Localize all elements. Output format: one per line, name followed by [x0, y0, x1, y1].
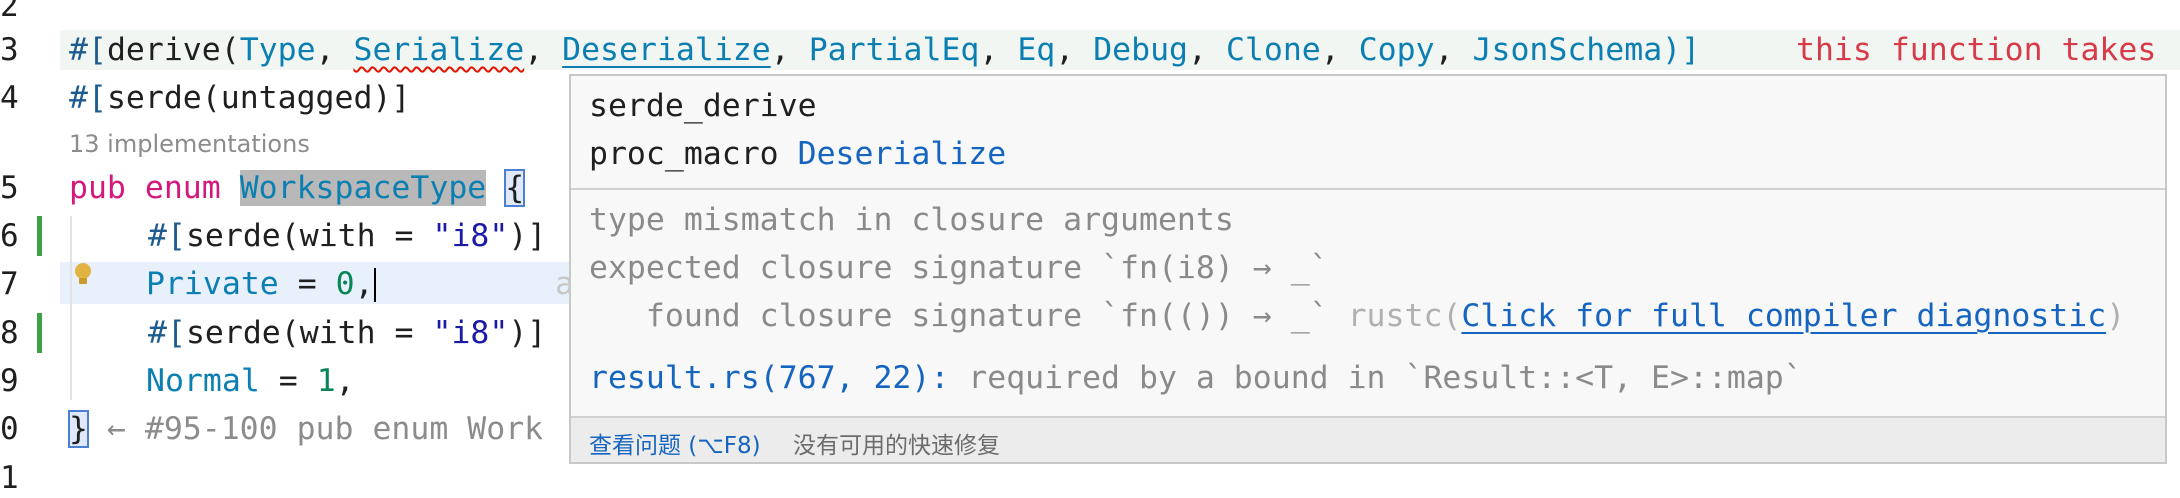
- derive-debug[interactable]: Debug: [1093, 32, 1188, 68]
- hover-kind: proc_macro: [589, 136, 779, 172]
- attr-serde: serde: [106, 80, 202, 116]
- diagnostic-line-3: found closure signature `fn(()) → _` rus…: [589, 296, 2125, 336]
- enum-name[interactable]: WorkspaceType: [239, 170, 487, 206]
- diag-rustc: rustc(: [1347, 298, 1462, 334]
- hover-status-bar: 查看问题 (⌥F8) 没有可用的快速修复: [571, 416, 2165, 462]
- attr-derive: derive: [106, 32, 221, 68]
- hover-signature: proc_macro Deserialize: [589, 134, 1006, 174]
- enum-variant: Normal: [146, 363, 260, 399]
- string-literal: "i8": [432, 315, 509, 351]
- diag-close: ): [2106, 298, 2126, 334]
- code-line-5[interactable]: pub enum WorkspaceType {: [69, 168, 526, 208]
- code-line-8[interactable]: #[serde(with = "i8")]: [148, 313, 546, 353]
- number-literal: 1: [316, 363, 336, 399]
- line-number: 8: [0, 315, 19, 351]
- keyword-pub: pub: [69, 170, 126, 206]
- punct: ,: [315, 32, 354, 68]
- code-line-3[interactable]: #[derive(Type, Serialize, Deserialize, P…: [69, 30, 1700, 70]
- line-number: 2: [0, 0, 19, 24]
- number-literal: 0: [335, 266, 355, 302]
- codelens-implementations[interactable]: 13 implementations: [69, 130, 310, 158]
- attr-serde: serde: [185, 218, 281, 254]
- punct: )]: [1662, 32, 1701, 68]
- diagnostic-line-2: expected closure signature `fn(i8) → _`: [589, 250, 1329, 286]
- diagnostic-note: result.rs(767, 22): required by a bound …: [589, 358, 1803, 398]
- attr-open: (with =: [280, 315, 433, 351]
- derive-copy[interactable]: Copy: [1359, 32, 1435, 68]
- hover-separator: [571, 188, 2165, 190]
- line-number: 0: [0, 411, 19, 447]
- punct: ,: [524, 32, 563, 68]
- hover-symbol: Deserialize: [797, 136, 1007, 172]
- attr-args: (untagged)]: [201, 80, 411, 116]
- code-editor[interactable]: 2 3 4 5 6 7 8 9 0 1 #[derive(Type, Seria…: [0, 0, 2180, 498]
- derive-deserialize[interactable]: Deserialize: [562, 32, 771, 68]
- no-quick-fix-text: 没有可用的快速修复: [793, 433, 1000, 459]
- derive-partialeq[interactable]: PartialEq: [809, 32, 980, 68]
- derive-type[interactable]: Type: [240, 32, 316, 68]
- attr-close: )]: [508, 218, 547, 254]
- punct: ,: [1055, 32, 1094, 68]
- line-number: 5: [0, 170, 19, 206]
- indent-guide: [70, 216, 72, 400]
- lightbulb-icon[interactable]: [73, 262, 93, 286]
- inline-error-message: this function takes: [1796, 32, 2157, 68]
- inlay-hint-scope: ← #95-100 pub enum Work: [87, 411, 544, 447]
- code-line-9[interactable]: Normal = 1,: [146, 361, 355, 401]
- punct: ,: [770, 32, 809, 68]
- line-number: 7: [0, 266, 19, 302]
- note-location-link[interactable]: result.rs(767, 22):: [589, 360, 949, 396]
- modified-line-marker: [37, 313, 42, 353]
- attr-serde: serde: [185, 315, 281, 351]
- derive-clone[interactable]: Clone: [1226, 32, 1321, 68]
- hover-crate: serde_derive: [589, 88, 817, 124]
- modified-line-marker: [37, 216, 42, 256]
- code-line-4[interactable]: #[serde(untagged)]: [69, 78, 410, 118]
- diagnostic-line-1: type mismatch in closure arguments: [589, 202, 1234, 238]
- text-cursor: [373, 268, 376, 302]
- code-line-10[interactable]: } ← #95-100 pub enum Work: [68, 409, 544, 449]
- attr-hash: #[: [69, 80, 107, 116]
- punct: ,: [335, 363, 355, 399]
- derive-jsonschema[interactable]: JsonSchema: [1473, 32, 1663, 68]
- open-brace: {: [504, 169, 526, 207]
- line-number: 1: [0, 460, 19, 496]
- full-diagnostic-link[interactable]: Click for full compiler diagnostic: [1461, 298, 2106, 334]
- punct: =: [278, 266, 336, 302]
- close-brace: }: [68, 410, 89, 448]
- line-number: 3: [0, 32, 19, 68]
- punct: ,: [1320, 32, 1359, 68]
- punct: ,: [979, 32, 1018, 68]
- attr-close: )]: [508, 315, 547, 351]
- note-text: required by a bound in `Result::<T, E>::…: [949, 360, 1803, 396]
- punct: ,: [1188, 32, 1226, 68]
- punct: =: [259, 363, 317, 399]
- attr-hash: #[: [69, 32, 107, 68]
- line-number: 6: [0, 218, 19, 254]
- punct: ,: [1434, 32, 1473, 68]
- punct: (: [220, 32, 240, 68]
- derive-eq[interactable]: Eq: [1017, 32, 1055, 68]
- derive-serialize[interactable]: Serialize: [354, 32, 525, 68]
- code-line-6[interactable]: #[serde(with = "i8")]: [148, 216, 546, 256]
- string-literal: "i8": [432, 218, 509, 254]
- line-number: 9: [0, 363, 19, 399]
- line-number: 4: [0, 80, 19, 116]
- view-problem-link[interactable]: 查看问题 (⌥F8): [589, 426, 761, 460]
- code-line-7[interactable]: Private = 0,: [146, 264, 376, 304]
- attr-hash: #[: [148, 218, 186, 254]
- hover-tooltip[interactable]: serde_derive proc_macro Deserialize type…: [569, 74, 2167, 464]
- punct: ,: [354, 266, 374, 302]
- keyword-enum: enum: [144, 170, 221, 206]
- attr-hash: #[: [148, 315, 186, 351]
- diag-found: found closure signature `fn(()) → _`: [589, 298, 1348, 334]
- enum-variant: Private: [146, 266, 279, 302]
- attr-open: (with =: [280, 218, 433, 254]
